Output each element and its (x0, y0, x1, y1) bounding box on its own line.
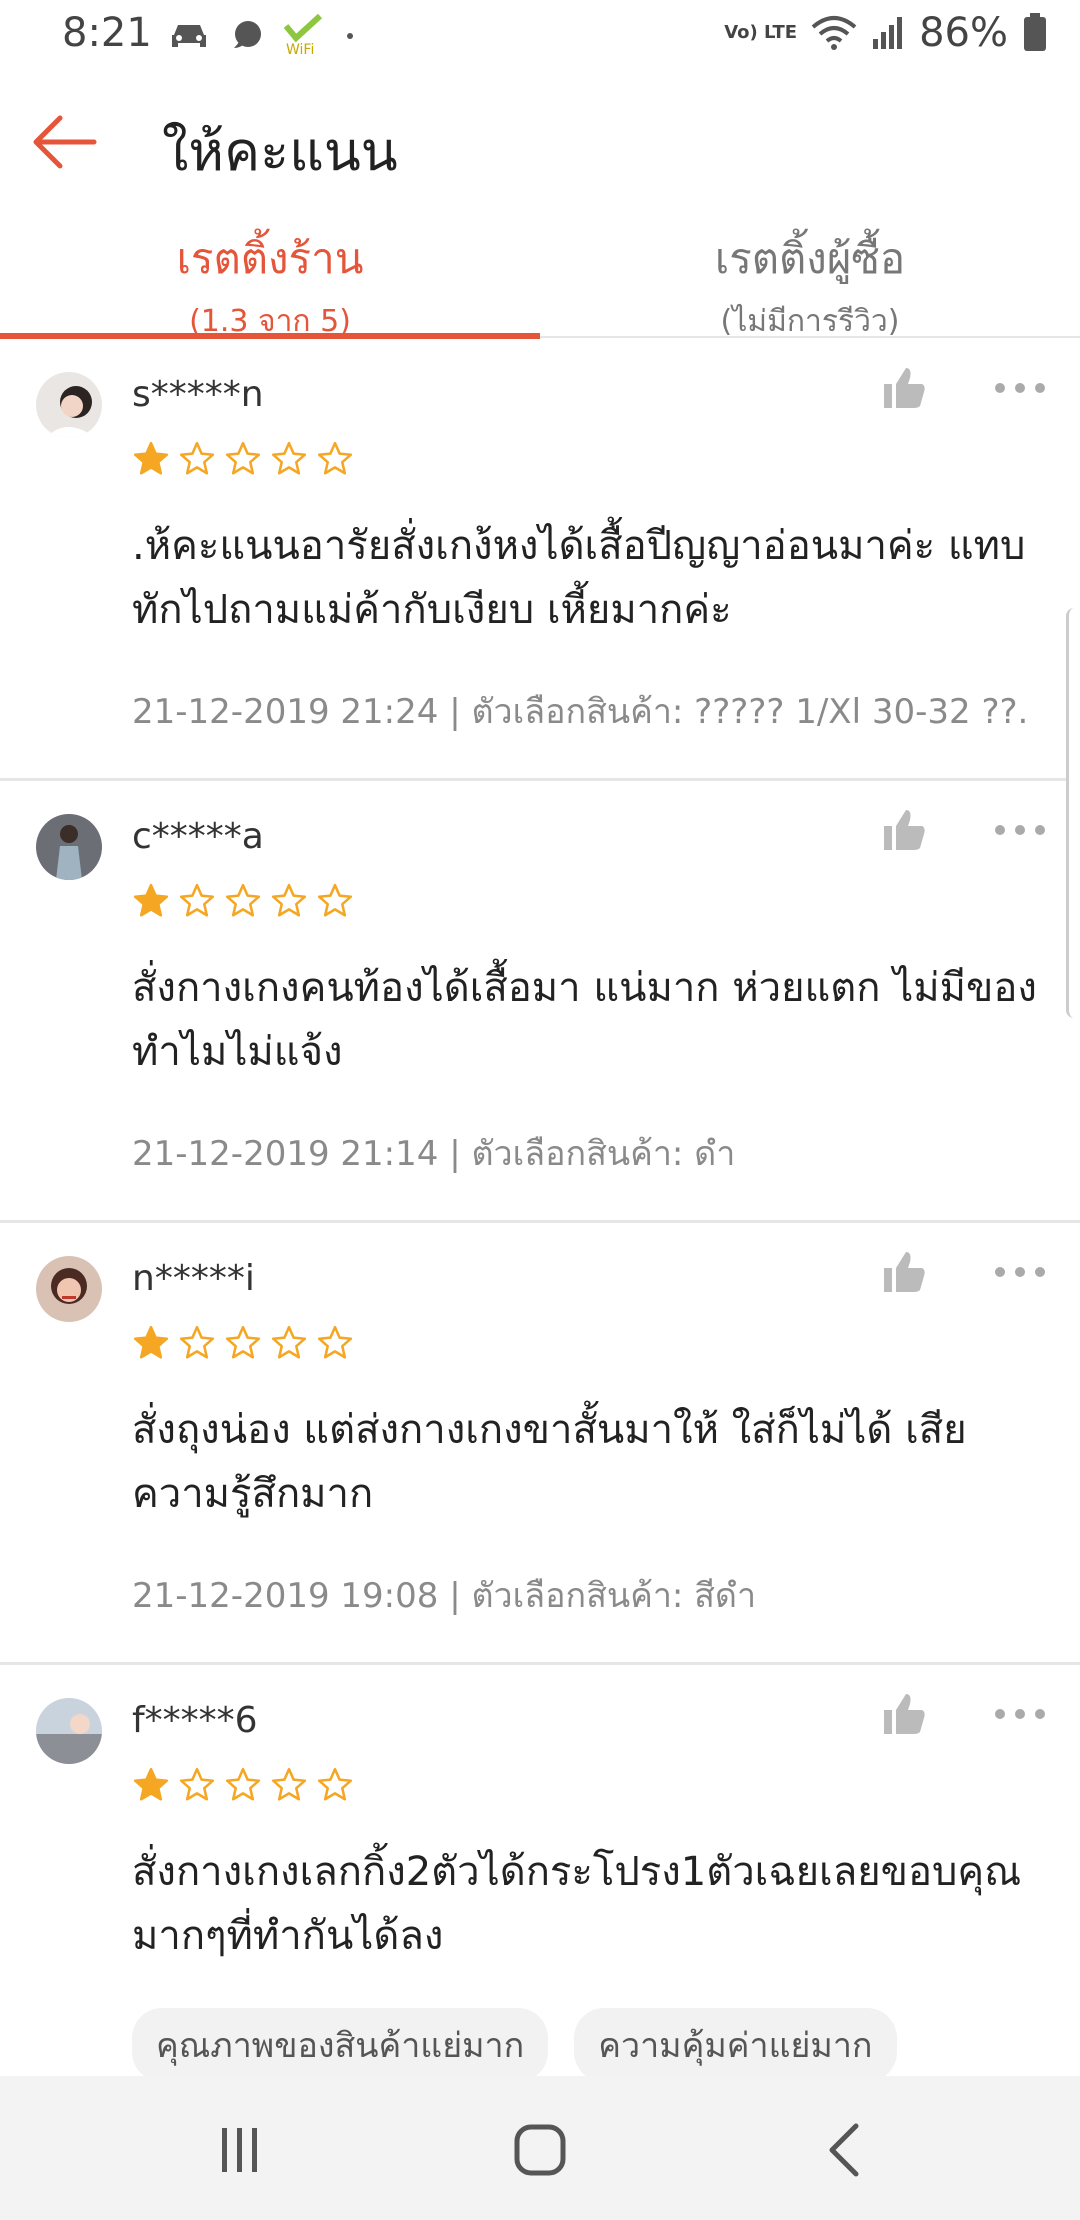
dot-icon (347, 33, 353, 39)
back-button[interactable] (26, 102, 106, 182)
more-options-icon[interactable] (994, 1264, 1046, 1280)
thumbs-up-icon[interactable] (880, 806, 928, 854)
star-empty-icon (317, 1767, 353, 1801)
review-meta: 21-12-2019 21:24 | ตัวเลือกสินค้า: ?????… (132, 692, 1029, 732)
more-options-icon[interactable] (994, 380, 1046, 396)
reviewer-name: c*****a (132, 816, 264, 857)
star-empty-icon (271, 441, 307, 475)
recent-apps-icon[interactable] (210, 2120, 270, 2180)
star-filled-icon (133, 1767, 169, 1801)
star-empty-icon (179, 1767, 215, 1801)
thumbs-up-icon[interactable] (880, 1248, 928, 1296)
battery-icon (1024, 13, 1046, 51)
system-nav-bar (0, 2076, 1080, 2220)
home-icon[interactable] (510, 2120, 570, 2180)
avatar-image (36, 1698, 102, 1764)
star-empty-icon (225, 883, 261, 917)
reviewer-name: n*****i (132, 1258, 255, 1299)
star-empty-icon (271, 1325, 307, 1359)
reviewer-name: s*****n (132, 374, 264, 415)
avatar[interactable] (36, 814, 102, 880)
page-title: ให้คะแนน (162, 120, 398, 183)
star-filled-icon (133, 883, 169, 917)
back-arrow-icon (33, 115, 97, 169)
star-filled-icon (133, 441, 169, 475)
star-rating (132, 882, 354, 920)
more-options-icon[interactable] (994, 822, 1046, 838)
star-empty-icon (225, 441, 261, 475)
avatar[interactable] (36, 1256, 102, 1322)
review-item: c*****a สั่งกางเกงคนท้องได้เสื้อมา แน่มา… (0, 778, 1080, 1223)
star-empty-icon (225, 1767, 261, 1801)
chat-icon (234, 21, 261, 48)
avatar[interactable] (36, 372, 102, 438)
avatar[interactable] (36, 1698, 102, 1764)
wifi-icon (811, 16, 857, 50)
volte-icon: Vo) LTE (724, 22, 798, 43)
review-item: f*****6 สั่งกางเกงเลกกิ้ง2ตัวได้กระโปรง1… (0, 1662, 1080, 2082)
thumbs-up-icon[interactable] (880, 364, 928, 412)
tab-shop-rating[interactable]: เรตติ้งร้าน (1.3 จาก 5) (0, 212, 540, 339)
star-empty-icon (271, 883, 307, 917)
review-text: .ห้คะแนนอารัยสั่งเกง้หงได้เสื้อปีญญาอ่อน… (132, 523, 1026, 633)
more-options-icon[interactable] (994, 1706, 1046, 1722)
avatar-image (36, 372, 102, 438)
review-tag: คุณภาพของสินค้าแย่มาก (132, 2008, 549, 2082)
clock: 8:21 (62, 10, 152, 56)
star-empty-icon (271, 1767, 307, 1801)
star-empty-icon (317, 1325, 353, 1359)
star-rating (132, 1324, 354, 1362)
edge-panel-handle[interactable] (1066, 608, 1080, 1018)
tab-buyer-rating[interactable]: เรตติ้งผู้ซื้อ (ไม่มีการรีวิว) (540, 212, 1080, 339)
tab-title: เรตติ้งร้าน (176, 234, 364, 283)
thumbs-up-icon[interactable] (880, 1690, 928, 1738)
star-empty-icon (179, 1325, 215, 1359)
signal-icon (873, 17, 903, 49)
avatar-image (36, 1256, 102, 1322)
review-meta: 21-12-2019 21:14 | ตัวเลือกสินค้า: ดำ (132, 1134, 736, 1174)
status-bar: 8:21 WiFi Vo) LTE 86% (0, 0, 1080, 72)
back-icon[interactable] (816, 2120, 876, 2180)
star-empty-icon (317, 441, 353, 475)
review-tags: คุณภาพของสินค้าแย่มาก ความคุ้มค่าแย่มาก (132, 2008, 897, 2082)
review-text: สั่งกางเกงเลกกิ้ง2ตัวได้กระโปรง1ตัวเฉยเล… (132, 1849, 1022, 1959)
review-tag: ความคุ้มค่าแย่มาก (574, 2008, 897, 2082)
star-empty-icon (225, 1325, 261, 1359)
tab-title: เรตติ้งผู้ซื้อ (714, 234, 906, 283)
review-item: n*****i สั่งถุงน่อง แต่ส่งกางเกงขาสั้นมา… (0, 1220, 1080, 1665)
wifi-hotspot-icon: WiFi (283, 14, 323, 58)
reviewer-name: f*****6 (132, 1700, 258, 1741)
star-empty-icon (179, 883, 215, 917)
star-empty-icon (179, 441, 215, 475)
review-text: สั่งถุงน่อง แต่ส่งกางเกงขาสั้นมาให้ ใส่ก… (132, 1407, 967, 1517)
star-rating (132, 440, 354, 478)
avatar-image (36, 814, 102, 880)
star-filled-icon (133, 1325, 169, 1359)
review-item: s*****n .ห้คะแนนอารัยสั่งเกง้หงได้เสื้อป… (0, 336, 1080, 781)
svg-text:WiFi: WiFi (286, 42, 314, 58)
review-text: สั่งกางเกงคนท้องได้เสื้อมา แน่มาก ห่วยแต… (132, 965, 1037, 1075)
star-rating (132, 1766, 354, 1804)
rating-tabs: เรตติ้งร้าน (1.3 จาก 5) เรตติ้งผู้ซื้อ (… (0, 212, 1080, 339)
review-meta: 21-12-2019 19:08 | ตัวเลือกสินค้า: สีดำ (132, 1576, 757, 1616)
app-header: ให้คะแนน (0, 72, 1080, 212)
star-empty-icon (317, 883, 353, 917)
battery-percent: 86% (919, 10, 1008, 56)
car-icon (172, 25, 206, 47)
